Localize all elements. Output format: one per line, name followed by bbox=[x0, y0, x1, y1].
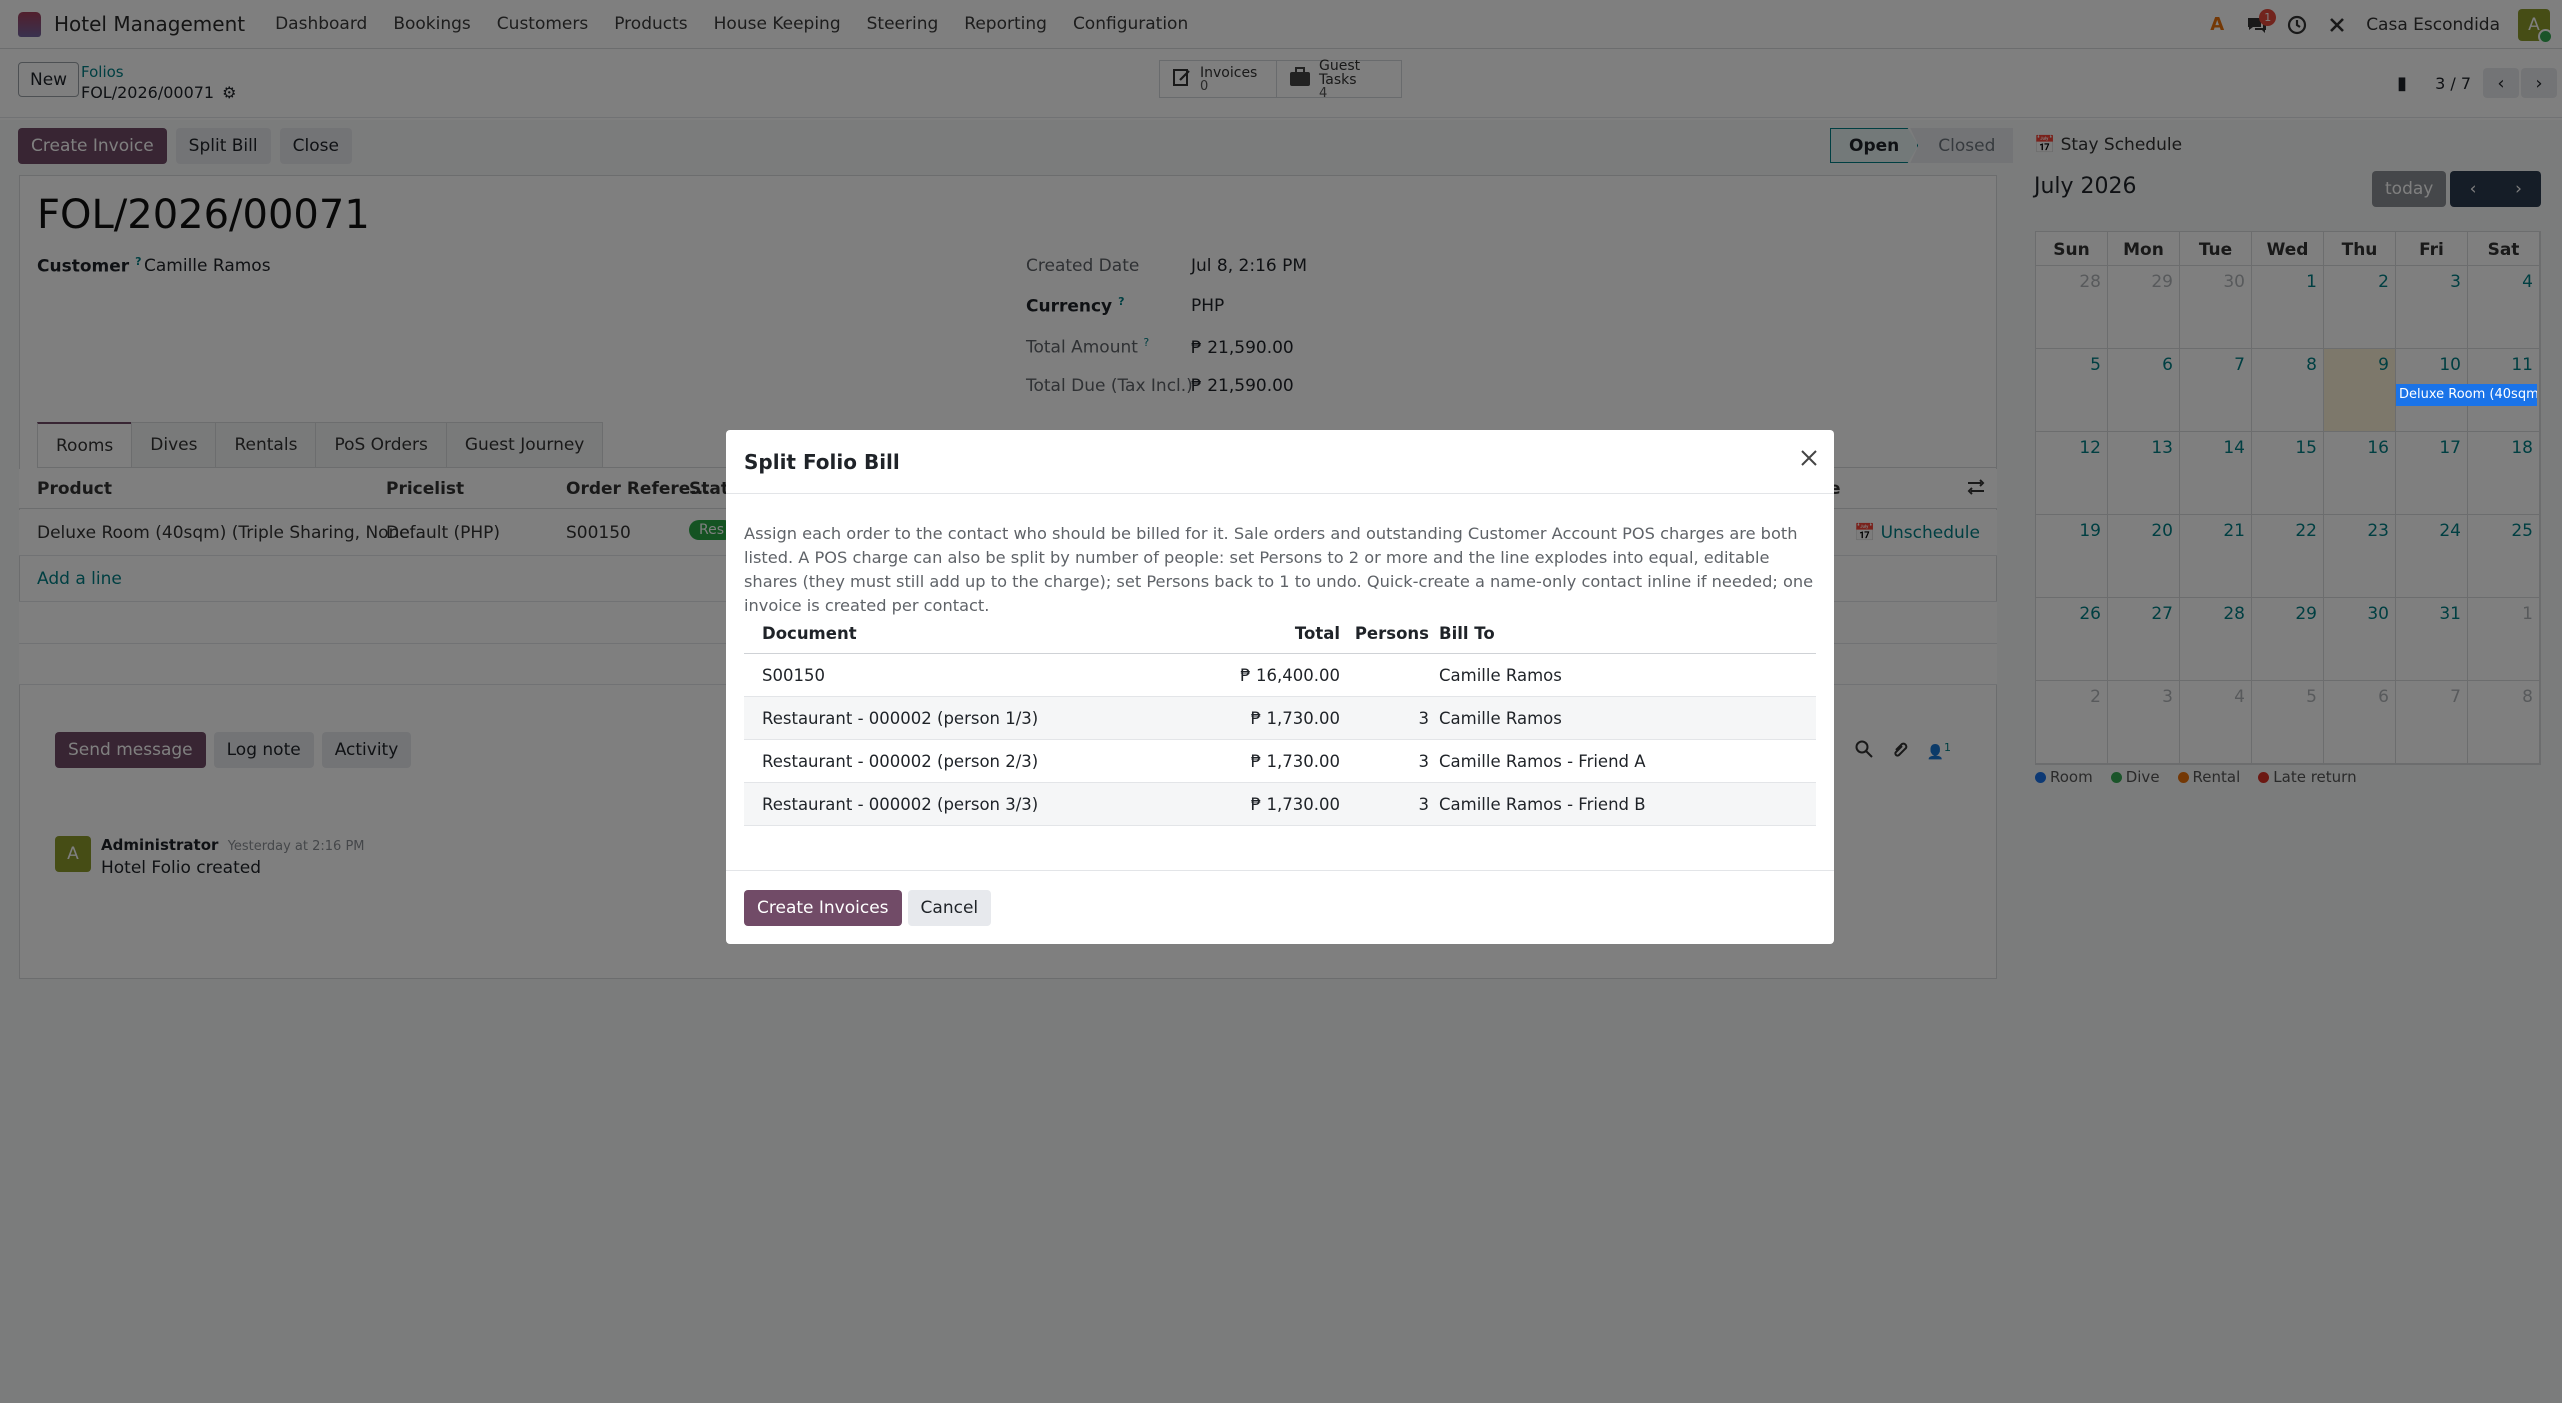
row-total: ₱ 1,730.00 bbox=[1250, 709, 1340, 728]
row-total: ₱ 16,400.00 bbox=[1240, 666, 1340, 685]
table-row[interactable]: Restaurant - 000002 (person 3/3) ₱ 1,730… bbox=[744, 783, 1816, 826]
row-document: S00150 bbox=[762, 666, 825, 685]
col-bill-to: Bill To bbox=[1439, 624, 1495, 643]
split-folio-bill-dialog: Split Folio Bill Assign each order to th… bbox=[726, 430, 1834, 944]
split-table-header: Document Total Persons Bill To bbox=[744, 614, 1816, 654]
table-row[interactable]: Restaurant - 000002 (person 1/3) ₱ 1,730… bbox=[744, 697, 1816, 740]
close-icon[interactable] bbox=[1798, 446, 1820, 476]
row-document: Restaurant - 000002 (person 3/3) bbox=[762, 795, 1039, 814]
row-bill-to[interactable]: Camille Ramos - Friend B bbox=[1439, 795, 1646, 814]
dialog-description: Assign each order to the contact who sho… bbox=[744, 524, 1814, 615]
col-total: Total bbox=[1294, 624, 1340, 643]
create-invoices-button[interactable]: Create Invoices bbox=[744, 890, 902, 926]
dialog-title: Split Folio Bill bbox=[744, 449, 900, 474]
dialog-header: Split Folio Bill bbox=[726, 430, 1834, 494]
row-bill-to[interactable]: Camille Ramos - Friend A bbox=[1439, 752, 1646, 771]
row-persons[interactable]: 3 bbox=[1419, 795, 1430, 814]
row-total: ₱ 1,730.00 bbox=[1250, 795, 1340, 814]
split-table: Document Total Persons Bill To S00150 ₱ … bbox=[744, 614, 1816, 826]
table-row[interactable]: Restaurant - 000002 (person 2/3) ₱ 1,730… bbox=[744, 740, 1816, 783]
col-persons: Persons bbox=[1354, 624, 1429, 643]
table-row[interactable]: S00150 ₱ 16,400.00 Camille Ramos bbox=[744, 654, 1816, 697]
cancel-button[interactable]: Cancel bbox=[907, 890, 992, 926]
col-document: Document bbox=[762, 624, 857, 643]
dialog-footer: Create Invoices Cancel bbox=[726, 870, 1834, 944]
row-persons[interactable]: 3 bbox=[1419, 709, 1430, 728]
row-total: ₱ 1,730.00 bbox=[1250, 752, 1340, 771]
row-document: Restaurant - 000002 (person 1/3) bbox=[762, 709, 1039, 728]
row-bill-to[interactable]: Camille Ramos bbox=[1439, 666, 1562, 685]
row-bill-to[interactable]: Camille Ramos bbox=[1439, 709, 1562, 728]
calendar-event[interactable]: Deluxe Room (40sqm bbox=[2396, 384, 2537, 406]
row-persons[interactable]: 3 bbox=[1419, 752, 1430, 771]
row-document: Restaurant - 000002 (person 2/3) bbox=[762, 752, 1039, 771]
